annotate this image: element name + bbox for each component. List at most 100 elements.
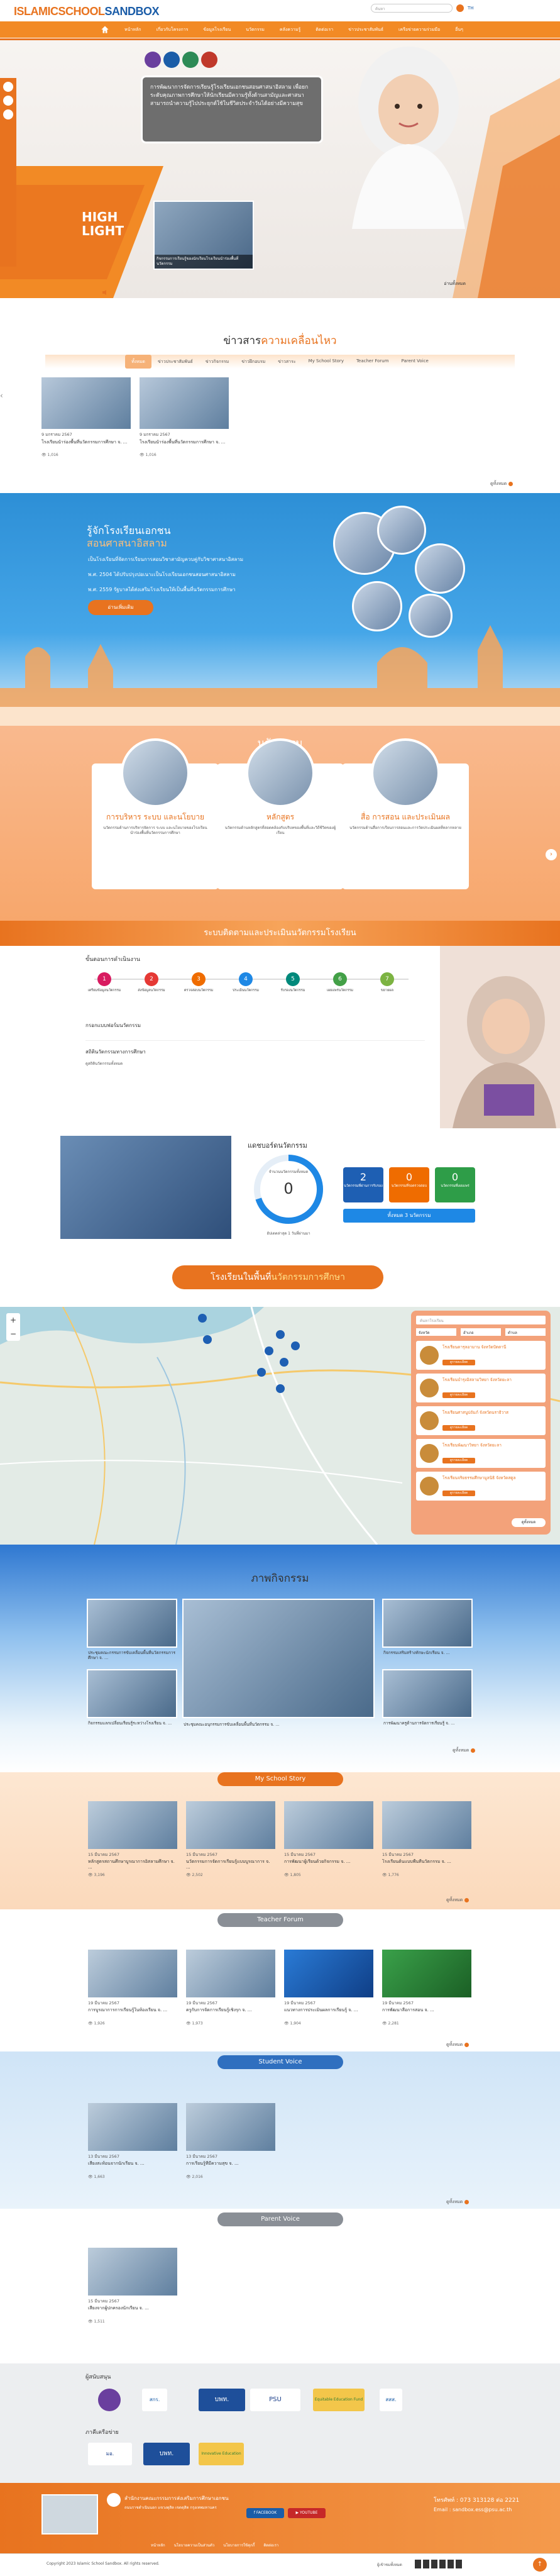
partner-logo-2[interactable]: สกร. (142, 2389, 167, 2411)
district-filter[interactable]: อำเภอ (461, 1328, 501, 1336)
step-7[interactable]: 7 (380, 972, 394, 986)
search-icon[interactable] (456, 4, 464, 12)
nav-item-schools[interactable]: ข้อมูลโรงเรียน (195, 26, 238, 33)
nav-item-other[interactable]: อื่นๆ (447, 26, 471, 33)
accessibility-icon[interactable] (3, 82, 13, 92)
tab-info[interactable]: ข่าวสาระ (272, 355, 302, 369)
nav-item-network[interactable]: เครือข่ายความร่วมมือ (391, 26, 447, 33)
story-more-link[interactable]: ดูทั้งหมด (446, 1897, 469, 1904)
partner-logo-1[interactable] (98, 2389, 121, 2411)
hero-more-link[interactable]: อ่านทั้งหมด (444, 280, 466, 287)
language-switch[interactable]: TH (468, 6, 474, 11)
activity-photo[interactable] (87, 1669, 177, 1718)
network-logo-1[interactable]: มอ. (88, 2443, 132, 2465)
tab-training[interactable]: ข่าวฝึกอบรม (235, 355, 272, 369)
news-card[interactable]: 9 มกราคม 2567 โรงเรียนนำร่องพื้นที่นวัตก… (140, 377, 229, 457)
story-card[interactable]: 15 มีนาคม 2567 หลักสูตรสถานศึกษาบูรณาการอ… (88, 1801, 177, 1877)
school-list-item[interactable]: โรงเรียนจริยธรรมศึกษามูลนิธิ จังหวัดสตูล… (416, 1472, 546, 1501)
school-list-item[interactable]: โรงเรียนพัฒนาวิทยา จังหวัดยะลา ดูรายละเอี… (416, 1439, 546, 1468)
contrast-icon[interactable] (3, 109, 13, 119)
tab-pr[interactable]: ข่าวประชาสัมพันธ์ (151, 355, 199, 369)
subdistrict-filter[interactable]: ตำบล (505, 1328, 546, 1336)
nav-item-home[interactable]: หน้าหลัก (117, 26, 148, 33)
footer-link[interactable]: ติดต่อเรา (263, 2542, 278, 2548)
home-icon[interactable] (101, 25, 109, 34)
footer-link[interactable]: หน้าหลัก (151, 2542, 165, 2548)
step-3[interactable]: 3 (192, 972, 206, 986)
partner-logo-6[interactable]: สสส. (380, 2389, 402, 2411)
back-to-top-icon[interactable]: ↑ (533, 2558, 547, 2572)
tab-teacher-forum[interactable]: Teacher Forum (350, 355, 395, 369)
step-2[interactable]: 2 (145, 972, 158, 986)
step-6[interactable]: 6 (333, 972, 347, 986)
site-logo[interactable]: ISLAMICSCHOOLSANDBOX (14, 5, 160, 18)
map-zoom-controls[interactable]: + − (6, 1313, 20, 1341)
school-list-item[interactable]: โรงเรียนดารุลอามาน จังหวัดปัตตานี ดูรายละ… (416, 1341, 546, 1370)
tab-school-story[interactable]: My School Story (302, 355, 350, 369)
font-size-icon[interactable] (3, 96, 13, 106)
activity-photo[interactable] (382, 1599, 473, 1648)
footer-bottom-bar: Copyright 2023 Islamic School Sandbox. A… (0, 2553, 560, 2576)
school-map[interactable]: + − ค้นหาโรงเรียน จังหวัด อำเภอ ตำบล โรงเ… (0, 1307, 560, 1545)
forum-card[interactable]: 19 มีนาคม 2567 ครูกับการจัดการเรียนรู้เชิ… (186, 1950, 275, 2026)
step-1[interactable]: 1 (97, 972, 111, 986)
footer-link[interactable]: นโยบายการใช้คุกกี้ (223, 2542, 255, 2548)
speaker-icon[interactable] (102, 289, 108, 296)
innovation-card[interactable]: สื่อ การสอน และประเมินผล นวัตกรรมด้านสื่… (342, 738, 469, 889)
network-logo-3[interactable]: Innovative Education (199, 2443, 244, 2465)
search-input[interactable]: ค้นหา (371, 4, 453, 13)
nav-item-about[interactable]: เกี่ยวกับโครงการ (148, 26, 195, 33)
school-list-more-button[interactable]: ดูทั้งหมด (512, 1518, 546, 1527)
tab-activity[interactable]: ข่าวกิจกรรม (199, 355, 235, 369)
partner-logo-4[interactable]: PSU (250, 2389, 300, 2411)
student-more-link[interactable]: ดูทั้งหมด (446, 2199, 469, 2206)
activity-photo[interactable] (87, 1599, 177, 1648)
chevron-right-icon[interactable]: › (546, 849, 557, 860)
story-card[interactable]: 15 มีนาคม 2567 โรงเรียนต้นแบบพื้นที่นวัตก… (382, 1801, 471, 1877)
nav-item-contact[interactable]: ติดต่อเรา (308, 26, 341, 33)
nav-item-knowledge[interactable]: คลังความรู้ (272, 26, 308, 33)
badge-logo (201, 52, 217, 68)
step-4[interactable]: 4 (239, 972, 253, 986)
tab-all[interactable]: ทั้งหมด (125, 355, 151, 369)
about-read-more-button[interactable]: อ่านเพิ่มเติม (88, 600, 153, 615)
step-5[interactable]: 5 (286, 972, 300, 986)
footer-email[interactable]: Email : sandbox.ess@psu.ac.th (434, 2507, 512, 2512)
story-card[interactable]: 15 มีนาคม 2567 การพัฒนาผู้เรียนด้วยกิจกรร… (284, 1801, 373, 1877)
footer-map-thumbnail[interactable] (41, 2494, 98, 2534)
student-card[interactable]: 13 มีนาคม 2567 เสียงสะท้อนจากนักเรียน จ. … (88, 2103, 177, 2179)
school-search-input[interactable]: ค้นหาโรงเรียน (416, 1316, 546, 1324)
province-filter[interactable]: จังหวัด (416, 1328, 456, 1336)
footer-link[interactable]: นโยบายความเป็นส่วนตัว (174, 2542, 215, 2548)
youtube-button[interactable]: ▶ YOUTUBE (288, 2508, 326, 2518)
forum-card[interactable]: 19 มีนาคม 2567 การบูรณาการการเรียนรู้ในห้… (88, 1950, 177, 2026)
facebook-button[interactable]: f FACEBOOK (246, 2508, 284, 2518)
nav-item-innovation[interactable]: นวัตกรรม (238, 26, 272, 33)
partner-logo-5[interactable]: Equitable Education Fund (313, 2389, 365, 2411)
nav-item-news[interactable]: ข่าวประชาสัมพันธ์ (341, 26, 391, 33)
parent-card[interactable]: 15 มีนาคม 2567 เสียงจากผู้ปกครองนักเรียน … (88, 2248, 177, 2324)
innovation-card[interactable]: การบริหาร ระบบ และนโยบาย นวัตกรรมด้านการ… (92, 738, 219, 889)
forum-card[interactable]: 19 มีนาคม 2567 การพัฒนาสื่อการสอน จ. ... 👁… (382, 1950, 471, 2026)
news-card[interactable]: 9 มกราคม 2567 โรงเรียนนำร่องพื้นที่นวัตก… (41, 377, 131, 457)
tab-parent-voice[interactable]: Parent Voice (395, 355, 435, 369)
network-logo-2[interactable]: บพท. (143, 2443, 190, 2465)
stats-link[interactable]: ดูสถิตินวัตกรรมทั้งหมด (85, 1060, 123, 1067)
activity-featured-photo[interactable] (182, 1599, 375, 1718)
school-list-item[interactable]: โรงเรียนบำรุงอิสลามวิทยา จังหวัดยะลา ดูรา… (416, 1374, 546, 1402)
activities-more-link[interactable]: ดูทั้งหมด (453, 1747, 476, 1754)
view-all-innovations-button[interactable]: ทั้งหมด 3 นวัตกรรม (343, 1209, 475, 1223)
forum-card[interactable]: 19 มีนาคม 2567 แนวทางการประเมินผลการเรียน… (284, 1950, 373, 2026)
school-list-item[interactable]: โรงเรียนศาสนูปถัมภ์ จังหวัดนราธิวาส ดูราย… (416, 1406, 546, 1435)
news-more-link[interactable]: ดูทั้งหมด (490, 480, 513, 487)
forum-more-link[interactable]: ดูทั้งหมด (446, 2041, 469, 2048)
partner-logo-3[interactable]: บพท. (199, 2389, 245, 2411)
student-card[interactable]: 13 มีนาคม 2567 การเรียนรู้ที่มีความสุข จ.… (186, 2103, 275, 2179)
map-markers[interactable] (0, 1307, 402, 1545)
highlight-thumbnail[interactable]: กิจกรรมการเรียนรู้ของนักเรียนโรงเรียนนำร… (153, 201, 254, 270)
activity-photo[interactable] (382, 1669, 473, 1718)
form-link[interactable]: กรอกแบบฟอร์มนวัตกรรม (85, 1021, 141, 1030)
story-card[interactable]: 15 มีนาคม 2567 นวัตกรรมการจัดการเรียนรู้แ… (186, 1801, 275, 1877)
innovation-card[interactable]: หลักสูตร นวัตกรรมด้านหลักสูตรที่สอดคล้อง… (217, 738, 344, 889)
chevron-left-icon[interactable]: ‹ (0, 391, 3, 400)
